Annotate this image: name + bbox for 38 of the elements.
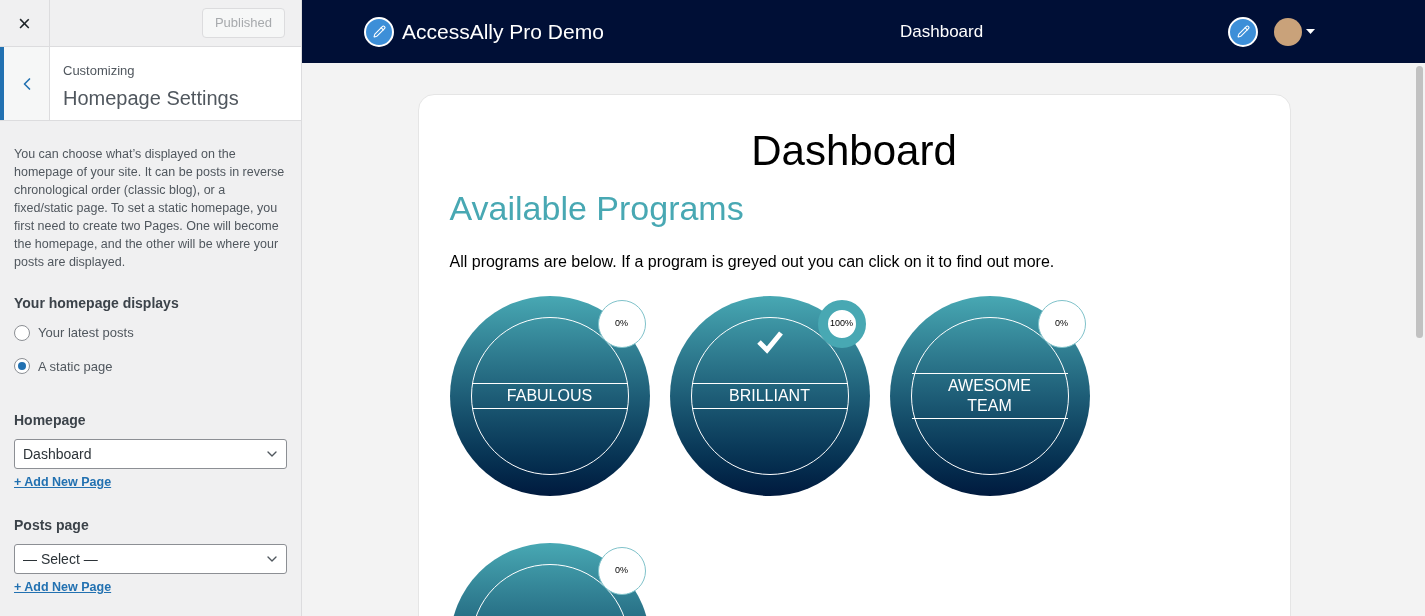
progress-percent: 0% xyxy=(1055,317,1068,331)
section-heading: Available Programs xyxy=(449,188,745,229)
intro-text: All programs are below. If a program is greyed out you can click on it to find out more. xyxy=(449,252,1056,272)
add-page-link[interactable]: + Add New Page xyxy=(14,578,112,597)
edit-icon[interactable] xyxy=(364,16,394,47)
progress-percent: 0% xyxy=(615,564,628,578)
user-menu[interactable] xyxy=(1274,17,1315,46)
avatar xyxy=(1274,17,1302,46)
progress-ring xyxy=(597,547,646,595)
section-label: Customizing xyxy=(63,62,136,80)
progress-ring xyxy=(1037,300,1086,348)
radio-button[interactable] xyxy=(14,358,30,375)
description-text: You can choose what’s displayed on the homepage of your site. It can be posts in reverse chronological order (classic blog), or a fixed/static page. To set a static homepage, you first need to create two Pages. One will become the homepage, and the other will be where your posts are displayed. xyxy=(14,146,286,271)
radio-button[interactable] xyxy=(14,324,30,341)
progress-percent: 0% xyxy=(615,317,628,331)
page-select[interactable]: — Select — xyxy=(14,544,287,574)
displays-label: Your homepage displays xyxy=(14,294,180,313)
edit-icon[interactable] xyxy=(1228,16,1258,47)
close-button[interactable]: × xyxy=(0,0,50,46)
caret-icon xyxy=(1306,29,1315,34)
progress-ring xyxy=(817,300,866,348)
checkmark-icon xyxy=(755,330,784,354)
progress-ring xyxy=(597,300,646,348)
radio-label: Your latest posts xyxy=(38,324,134,342)
select-label: Posts page xyxy=(14,516,90,535)
program-name: BRILLIANT xyxy=(729,386,810,406)
site-title[interactable]: AccessAlly Pro Demo xyxy=(402,15,604,48)
page-select[interactable]: Dashboard xyxy=(14,439,287,469)
select-label: Homepage xyxy=(14,411,87,430)
progress-percent: 100% xyxy=(830,317,853,331)
program-name: AWESOME TEAM xyxy=(947,376,1032,416)
page-title: Dashboard xyxy=(750,126,958,176)
nav-link[interactable]: Dashboard xyxy=(900,18,984,45)
section-title: Homepage Settings xyxy=(63,85,239,111)
radio-label: A static page xyxy=(38,357,113,376)
back-button[interactable] xyxy=(0,47,50,120)
add-page-link[interactable]: + Add New Page xyxy=(14,473,112,492)
program-name: FABULOUS xyxy=(506,386,593,406)
